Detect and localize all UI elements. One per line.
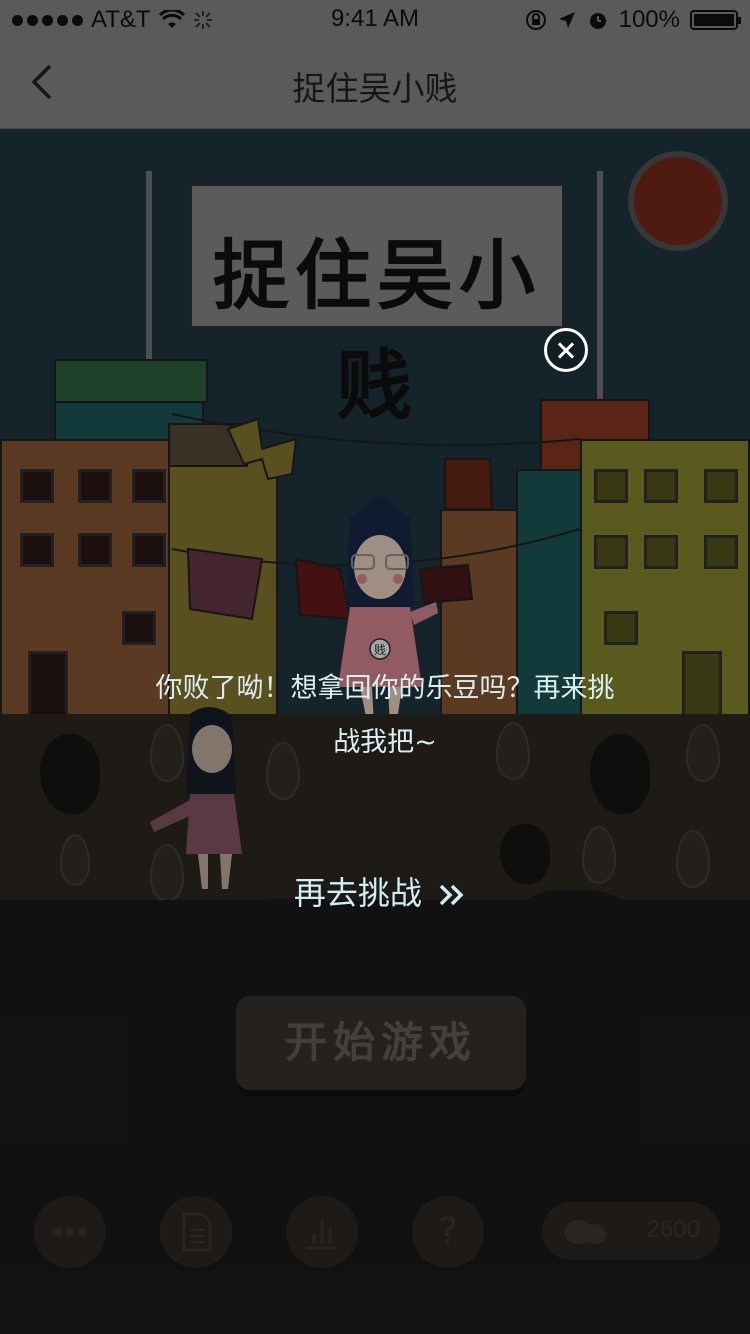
help-question-icon: ? bbox=[438, 1211, 458, 1252]
battery-percent: 100% bbox=[618, 6, 680, 33]
battery-fill bbox=[694, 14, 734, 26]
retry-challenge-button[interactable]: 再去挑战 bbox=[270, 866, 490, 920]
battery-icon bbox=[690, 10, 741, 30]
page-title: 捉住吴小贱 bbox=[292, 69, 458, 108]
character-badge: 贱 bbox=[374, 643, 386, 657]
double-chevron-right-icon bbox=[439, 884, 464, 906]
rules-button[interactable] bbox=[160, 1196, 232, 1268]
close-icon[interactable] bbox=[544, 328, 588, 372]
status-right: 100% bbox=[525, 6, 741, 34]
retry-label: 再去挑战 bbox=[293, 874, 422, 912]
beans-balance[interactable]: 2600 bbox=[542, 1202, 720, 1260]
beans-count: 2600 bbox=[646, 1216, 700, 1243]
beans-icon bbox=[564, 1220, 606, 1244]
lower-panel bbox=[0, 900, 750, 1334]
alarm-icon bbox=[589, 13, 606, 29]
status-bar: AT&T 9:41 AM 100% bbox=[0, 0, 750, 40]
bar-chart-icon bbox=[308, 1220, 336, 1250]
game-scene: 捉住吴小贱 贱 bbox=[0, 129, 750, 714]
more-dots-icon bbox=[54, 1228, 86, 1236]
document-icon bbox=[182, 1212, 212, 1252]
location-arrow-icon bbox=[558, 12, 575, 28]
ranking-button[interactable] bbox=[286, 1196, 358, 1268]
game-screen: AT&T 9:41 AM 100% 捉住吴小贱 捉住吴小贱 贱 开始游戏 ? 2… bbox=[0, 0, 750, 1334]
more-button[interactable] bbox=[34, 1196, 106, 1268]
defeat-message: 你败了呦！想拿回你的乐豆吗？再来挑战我把~ bbox=[155, 673, 615, 758]
navigation-bar: 捉住吴小贱 bbox=[0, 40, 750, 129]
start-game-button[interactable]: 开始游戏 bbox=[236, 996, 526, 1090]
rotation-lock-icon bbox=[525, 10, 546, 30]
help-button[interactable]: ? bbox=[412, 1196, 484, 1268]
